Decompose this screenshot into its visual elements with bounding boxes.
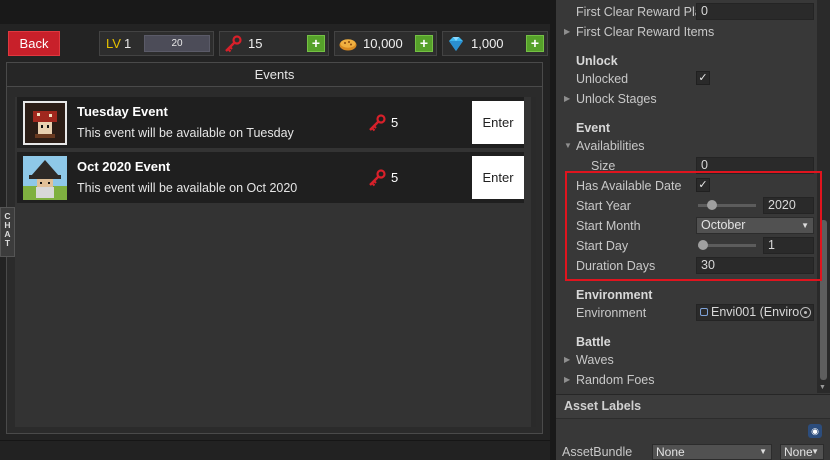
diamonds-display: 1,000 + [442,31,548,56]
chevron-down-icon: ▼ [759,447,767,456]
first-clear-reward-field[interactable]: 0 [696,3,814,20]
unlocked-label: Unlocked [576,72,629,86]
add-keys-button[interactable]: + [307,35,325,52]
scroll-down-arrow-icon[interactable]: ▼ [819,384,826,391]
chat-tab[interactable]: CHAT [0,207,15,257]
keys-value: 15 [248,36,263,51]
asset-labels-section: Asset Labels [556,395,830,419]
keys-display: 15 + [219,31,329,56]
environment-object-field[interactable]: Envi001 (Enviro [696,304,814,321]
availabilities-foldout[interactable]: Availabilities [564,137,644,155]
events-scrollbar[interactable] [531,97,536,427]
environment-value: Envi001 (Enviro [711,305,800,319]
wizard-character-icon [23,156,67,200]
random-foes-foldout[interactable]: Random Foes [564,371,654,389]
enter-button[interactable]: Enter [472,156,524,199]
back-button[interactable]: Back [8,31,60,56]
asset-bundle-dropdown[interactable]: None ▼ [652,444,772,460]
object-picker-icon[interactable] [800,307,811,318]
first-clear-reward-items-foldout[interactable]: First Clear Reward Items [564,23,714,41]
game-view: Back LV 1 20 15 + 10,000 + 1,000 + Event… [0,0,550,460]
event-title: Oct 2020 Event [77,159,171,174]
events-panel: Events Tuesday Event This event will be … [6,62,543,434]
environment-label: Environment [576,306,647,320]
unlock-header: Unlock [576,54,618,68]
key-icon [222,33,244,55]
game-view-top-bar [0,0,550,24]
pie-coin-icon [337,33,359,55]
event-cost: 5 [391,115,399,130]
level-label: LV [106,36,121,51]
unlocked-checkbox[interactable]: ✓ [696,71,710,85]
asset-bundle-variant-dropdown[interactable]: None ▼ [780,444,824,460]
level-progress-bar: 20 [144,35,210,52]
events-list: Tuesday Event This event will be availab… [15,97,534,427]
environment-header: Environment [576,288,653,302]
event-header: Event [576,121,611,135]
asset-bundle-value: None [656,445,685,459]
asset-bundle-label: AssetBundle [562,445,633,459]
chat-label: CHAT [4,211,11,248]
enter-button[interactable]: Enter [472,101,524,144]
diamond-icon [445,33,467,55]
event-card-oct-2020: Oct 2020 Event This event will be availa… [17,152,524,203]
key-icon [367,168,387,188]
add-coins-button[interactable]: + [415,35,433,52]
game-view-bottom-bar [0,440,550,460]
highlight-box [565,171,822,281]
coins-value: 10,000 [363,36,403,51]
level-value: 1 [123,36,132,51]
first-clear-reward-label: First Clear Reward Pla [576,5,702,19]
event-thumbnail-icon [23,101,67,145]
event-cost: 5 [391,170,399,185]
unlock-stages-foldout[interactable]: Unlock Stages [564,90,657,108]
asset-labels-header: Asset Labels [564,399,642,413]
event-thumbnail-icon [23,156,67,200]
waves-foldout[interactable]: Waves [564,351,614,369]
events-title: Events [7,63,542,87]
add-diamonds-button[interactable]: + [526,35,544,52]
diamonds-value: 1,000 [471,36,504,51]
tag-icon[interactable]: ◉ [808,424,822,438]
key-icon [367,113,387,133]
coins-display: 10,000 + [334,31,437,56]
event-card-tuesday: Tuesday Event This event will be availab… [17,97,524,148]
event-description: This event will be available on Tuesday [77,126,294,140]
event-title: Tuesday Event [77,104,168,119]
mushroom-monster-icon [25,103,65,143]
battle-header: Battle [576,335,611,349]
event-description: This event will be available on Oct 2020 [77,181,298,195]
prefab-icon [700,308,708,316]
asset-bundle-variant-value: None [784,445,813,459]
level-display: LV 1 20 [99,31,214,56]
chevron-down-icon: ▼ [811,447,819,456]
